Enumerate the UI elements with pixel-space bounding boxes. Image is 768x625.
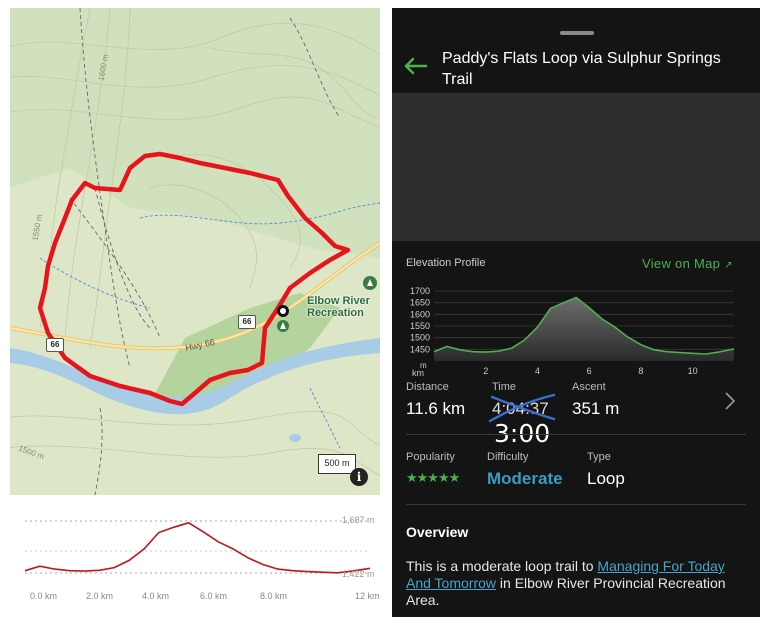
y-tick-label: 1550 [410, 321, 430, 331]
divider [406, 504, 746, 505]
map-canvas [10, 8, 380, 495]
info-icon[interactable]: i [350, 468, 368, 486]
elevation-chart: 1450150015501600165017002 4 6 8 10mkm [410, 286, 735, 378]
highway-shield: 66 [46, 338, 64, 352]
back-arrow-icon[interactable] [400, 56, 430, 76]
popularity-stars: ★★★★★ [406, 470, 460, 485]
map-elev-xtick: 4.0 km [142, 591, 170, 601]
ascent-label: Ascent [572, 381, 606, 393]
x-tick-label: 2 [483, 366, 488, 376]
y-tick-label: 1650 [410, 298, 430, 308]
x-tick-label: 6 [587, 366, 592, 376]
scale-bar: 500 m [318, 454, 356, 474]
trail-description: This is a moderate loop trail to Managin… [406, 558, 746, 609]
time-label: Time [492, 381, 517, 393]
y-tick-label: 1700 [410, 286, 430, 296]
difficulty-label: Difficulty [487, 451, 529, 463]
map-elev-ytick: 1,422 m [342, 569, 375, 579]
map-elev-xtick: 12 km [355, 591, 380, 601]
x-unit-label: km [412, 368, 424, 378]
map-panel[interactable]: 1600 m 1550 m 1500 m Hwy 66 66 66 Elbow … [10, 8, 380, 612]
distance-value: 11.6 km [406, 399, 466, 418]
map-elev-xtick: 2.0 km [86, 591, 114, 601]
trail-photo-area[interactable] [392, 93, 760, 241]
x-tick-label: 10 [688, 366, 698, 376]
type-label: Type [587, 451, 611, 463]
trail-title: Paddy's Flats Loop via Sulphur Springs T… [442, 50, 721, 88]
map-elev-xtick: 8.0 km [260, 591, 288, 601]
view-on-map-link[interactable]: View on Map ↗ [642, 256, 733, 271]
type-value: Loop [587, 469, 625, 488]
map-elevation-chart [24, 520, 371, 574]
divider [406, 434, 746, 435]
map-elev-xtick: 6.0 km [200, 591, 228, 601]
external-link-icon: ↗ [724, 260, 733, 271]
y-tick-label: 1450 [410, 344, 430, 354]
description-text: This is a moderate loop trail to [406, 558, 598, 574]
drag-handle[interactable] [560, 31, 594, 35]
map-elevation-line [24, 521, 371, 574]
y-tick-label: 1500 [410, 333, 430, 343]
popularity-label: Popularity [406, 451, 455, 463]
topo-map[interactable]: 1600 m 1550 m 1500 m Hwy 66 66 66 Elbow … [10, 8, 380, 495]
pond [289, 434, 301, 442]
x-tick-label: 4 [535, 366, 540, 376]
y-tick-label: 1600 [410, 309, 430, 319]
chevron-right-icon[interactable] [723, 391, 737, 411]
park-label: Elbow River Recreation [307, 295, 370, 319]
view-on-map-label: View on Map [642, 256, 721, 271]
elevation-profile-label: Elevation Profile [406, 257, 486, 269]
x-tick-label: 8 [638, 366, 643, 376]
trail-detail-panel: Paddy's Flats Loop via Sulphur Springs T… [392, 8, 760, 617]
time-value-crossed: 4:04:37 [488, 393, 556, 423]
overview-heading: Overview [406, 524, 469, 540]
map-elev-xtick: 0.0 km [30, 591, 58, 601]
difficulty-value: Moderate [487, 469, 563, 488]
highway-shield: 66 [238, 315, 256, 329]
map-elev-ytick: 1,687 m [342, 515, 375, 525]
map-elevation-strip: 1,687 m 1,422 m 0.0 km 2.0 km 4.0 km 6.0… [10, 495, 380, 612]
ascent-value: 351 m [572, 399, 620, 418]
distance-label: Distance [406, 381, 449, 393]
